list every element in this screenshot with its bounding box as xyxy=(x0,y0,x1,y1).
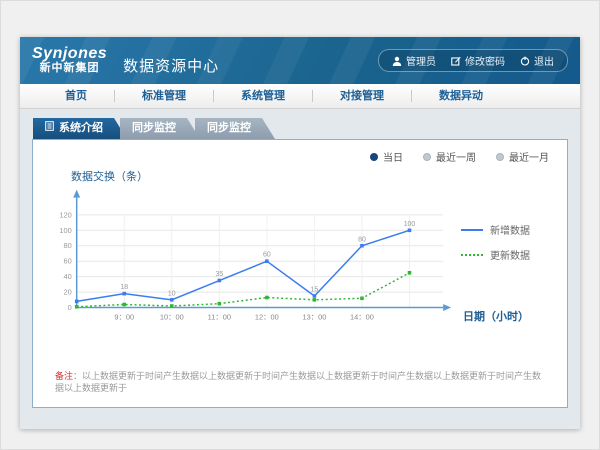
svg-text:14：00: 14：00 xyxy=(350,312,374,321)
user-icon xyxy=(392,56,402,66)
tab-label: 系统介绍 xyxy=(59,118,103,139)
svg-text:80: 80 xyxy=(63,241,71,250)
svg-text:12：00: 12：00 xyxy=(255,312,279,321)
company-logo: Synjones 新中新集团 xyxy=(32,46,107,74)
svg-text:10: 10 xyxy=(168,290,176,297)
main-nav: 首页 标准管理 系统管理 对接管理 数据异动 xyxy=(20,84,580,109)
radio-selected-icon xyxy=(370,153,378,161)
user-name: 管理员 xyxy=(406,53,436,68)
legend-line-solid xyxy=(461,229,483,231)
tab-label: 同步监控 xyxy=(132,118,176,139)
svg-text:15: 15 xyxy=(311,287,319,294)
legend-line-dotted xyxy=(461,254,483,256)
tab-system-intro[interactable]: 系统介绍 xyxy=(33,118,127,139)
radio-unselected-icon xyxy=(423,153,431,161)
legend-item-new-data: 新增数据 xyxy=(461,222,555,237)
nav-item-interface-mgmt[interactable]: 对接管理 xyxy=(313,90,412,102)
chart-panel: 当日 最近一周 最近一月 数据交换（条） 0 20 40 60 80 100 120 9：00… xyxy=(32,139,568,408)
svg-text:35: 35 xyxy=(215,271,223,278)
filter-today[interactable]: 当日 xyxy=(370,149,403,164)
footnote: 备注：以上数据更新于时间产生数据以上数据更新于时间产生数据以上数据更新于时间产生… xyxy=(55,370,549,395)
filter-last-week[interactable]: 最近一周 xyxy=(423,149,476,164)
svg-text:100: 100 xyxy=(59,226,71,235)
logo-subtext: 新中新集团 xyxy=(40,63,100,75)
filter-label: 最近一月 xyxy=(509,149,549,164)
power-icon xyxy=(520,56,530,66)
nav-item-home[interactable]: 首页 xyxy=(38,90,115,102)
nav-item-data-change[interactable]: 数据异动 xyxy=(412,90,510,102)
chart-legend: 新增数据 更新数据 日期（小时） xyxy=(461,184,555,338)
x-axis-title: 日期（小时） xyxy=(463,308,529,324)
legend-label: 新增数据 xyxy=(490,222,530,237)
svg-text:60: 60 xyxy=(263,252,271,259)
tab-bar: 系统介绍 同步监控 同步监控 xyxy=(33,118,568,139)
nav-item-system-mgmt[interactable]: 系统管理 xyxy=(214,90,313,102)
edit-icon xyxy=(451,56,461,66)
change-password-button[interactable]: 修改密码 xyxy=(451,53,505,68)
y-axis-title: 数据交换（条） xyxy=(71,168,555,184)
change-password-label: 修改密码 xyxy=(465,53,505,68)
app-window: Synjones 新中新集团 数据资源中心 管理员 修改密码 xyxy=(20,37,580,429)
svg-text:9：00: 9：00 xyxy=(114,312,134,321)
logout-button[interactable]: 退出 xyxy=(520,53,554,68)
chart-row: 0 20 40 60 80 100 120 9：00 10：00 11：00 12：00 13：00 1… xyxy=(45,184,555,338)
svg-text:11：00: 11：00 xyxy=(208,312,231,321)
current-user[interactable]: 管理员 xyxy=(392,53,436,68)
time-range-filters: 当日 最近一周 最近一月 xyxy=(45,149,549,164)
svg-text:13：00: 13：00 xyxy=(302,312,326,321)
footnote-prefix: 备注 xyxy=(55,371,73,381)
tab-sync-monitor-2[interactable]: 同步监控 xyxy=(195,118,275,139)
content-area: 系统介绍 同步监控 同步监控 当日 最近一周 xyxy=(20,109,580,408)
svg-text:10：00: 10：00 xyxy=(160,312,184,321)
legend-label: 更新数据 xyxy=(490,247,530,262)
svg-text:18: 18 xyxy=(120,284,128,291)
page-title: 数据资源中心 xyxy=(123,55,219,76)
svg-text:40: 40 xyxy=(63,272,71,281)
tab-sync-monitor-1[interactable]: 同步监控 xyxy=(120,118,200,139)
legend-item-updated-data: 更新数据 xyxy=(461,247,555,262)
app-header: Synjones 新中新集团 数据资源中心 管理员 修改密码 xyxy=(20,37,580,84)
svg-text:60: 60 xyxy=(63,257,71,266)
logo-text: Synjones xyxy=(32,46,107,63)
svg-text:80: 80 xyxy=(358,236,366,243)
svg-text:20: 20 xyxy=(63,288,71,297)
tab-label: 同步监控 xyxy=(207,118,251,139)
line-chart: 0 20 40 60 80 100 120 9：00 10：00 11：00 12：00 13：00 1… xyxy=(45,184,461,338)
filter-last-month[interactable]: 最近一月 xyxy=(496,149,549,164)
svg-text:120: 120 xyxy=(59,210,71,219)
radio-unselected-icon xyxy=(496,153,504,161)
user-toolbar: 管理员 修改密码 退出 xyxy=(378,49,568,72)
document-icon xyxy=(45,118,54,139)
filter-label: 最近一周 xyxy=(436,149,476,164)
svg-text:100: 100 xyxy=(404,221,416,228)
svg-text:0: 0 xyxy=(68,303,72,312)
logout-label: 退出 xyxy=(534,53,554,68)
nav-item-standard-mgmt[interactable]: 标准管理 xyxy=(115,90,214,102)
filter-label: 当日 xyxy=(383,149,403,164)
screen: Synjones 新中新集团 数据资源中心 管理员 修改密码 xyxy=(0,0,600,450)
footnote-text: ：以上数据更新于时间产生数据以上数据更新于时间产生数据以上数据更新于时间产生数据… xyxy=(55,371,541,394)
